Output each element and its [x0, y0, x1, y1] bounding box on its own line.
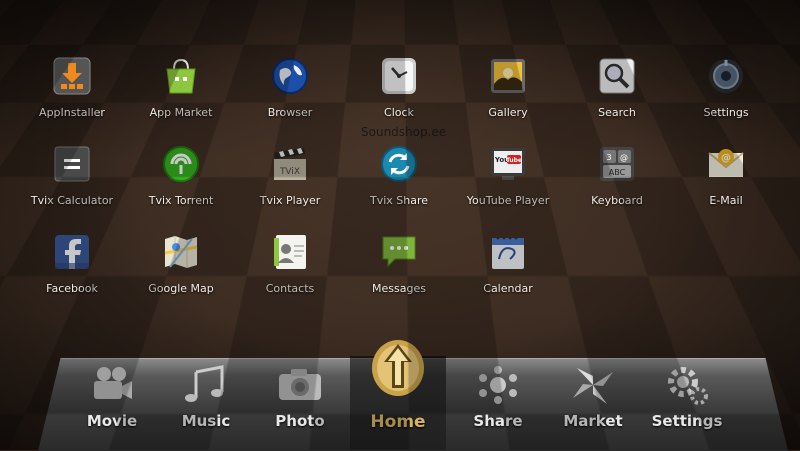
app-keyboard[interactable]: 3 @ ABC Keyboard [562, 145, 672, 217]
app-appinstaller[interactable]: AppInstaller [17, 57, 127, 129]
calendar-icon [489, 233, 527, 271]
svg-text:@: @ [620, 153, 628, 162]
app-label: Tvix Calculator [30, 194, 114, 207]
app-label: Facebook [46, 282, 98, 295]
app-label: Gallery [488, 106, 528, 119]
app-gallery[interactable]: Gallery [453, 57, 563, 129]
dock-label: Movie [86, 412, 138, 430]
app-calendar[interactable]: Calendar [453, 233, 563, 305]
app-label: App Market [149, 106, 213, 119]
speech-bubble-icon [380, 233, 418, 271]
svg-text:Tube: Tube [506, 157, 522, 164]
download-box-icon [53, 57, 91, 95]
svg-text:@: @ [721, 153, 731, 164]
app-label: AppInstaller [39, 106, 105, 119]
app-label: Clock [384, 106, 414, 119]
app-tvix-torrent[interactable]: Tvix Torrent [126, 145, 236, 217]
clapperboard-icon: TViX [271, 145, 309, 183]
keyboard-keys-icon: 3 @ ABC [598, 145, 636, 183]
svg-text:TViX: TViX [279, 167, 300, 177]
envelope-icon: @ [707, 145, 745, 183]
youtube-tv-icon: You Tube [489, 145, 527, 183]
app-label: Search [598, 106, 636, 119]
app-youtube-player[interactable]: You Tube YouTube Player [453, 145, 563, 217]
svg-text:3: 3 [606, 153, 611, 162]
app-email[interactable]: @ E-Mail [671, 145, 781, 217]
dock-movie[interactable]: Movie [66, 358, 158, 450]
camera-reel-icon [88, 364, 136, 406]
torrent-icon [162, 145, 200, 183]
app-label: Messages [372, 282, 426, 295]
share-dots-icon [474, 364, 522, 406]
watermark-text: Soundshop.ee [361, 125, 447, 139]
dock-label: Settings [651, 412, 723, 430]
map-icon [162, 233, 200, 271]
svg-text:ABC: ABC [609, 168, 626, 177]
app-clock[interactable]: Clock [344, 57, 454, 129]
app-label: Tvix Torrent [148, 194, 214, 207]
app-browser[interactable]: Browser [235, 57, 345, 129]
dock-label: Photo [275, 412, 325, 430]
app-search[interactable]: Search [562, 57, 672, 129]
dock-label: Home [370, 412, 426, 432]
app-facebook[interactable]: Facebook [17, 233, 127, 305]
dock-share[interactable]: Share [452, 358, 544, 450]
dock-home[interactable]: Home [352, 340, 444, 450]
bottom-dock: Movie Music Photo Home Share Market Sett… [38, 340, 788, 451]
app-label: Settings [703, 106, 749, 119]
app-label: Keyboard [591, 194, 643, 207]
home-arrow-icon [368, 336, 428, 398]
clock-icon [380, 57, 418, 95]
app-label: Tvix Player [259, 194, 321, 207]
app-label: Contacts [265, 282, 315, 295]
app-label: Calendar [483, 282, 533, 295]
dock-label: Music [181, 412, 231, 430]
dock-label: Market [563, 412, 623, 430]
calculator-icon [53, 145, 91, 183]
app-label: Google Map [148, 282, 214, 295]
dock-music[interactable]: Music [160, 358, 252, 450]
app-label: Tvix Share [369, 194, 429, 207]
globe-icon [271, 57, 309, 95]
gears-icon [663, 364, 711, 406]
photo-camera-icon [276, 364, 324, 406]
app-settings[interactable]: Settings [671, 57, 781, 129]
app-label: E-Mail [709, 194, 743, 207]
shopping-bag-icon [162, 57, 200, 95]
dock-label: Share [473, 412, 523, 430]
sync-arrows-icon [380, 145, 418, 183]
app-tvix-share[interactable]: Tvix Share [344, 145, 454, 217]
app-contacts[interactable]: Contacts [235, 233, 345, 305]
app-label: YouTube Player [466, 194, 550, 207]
app-label: Browser [267, 106, 313, 119]
app-google-map[interactable]: Google Map [126, 233, 236, 305]
app-market[interactable]: App Market [126, 57, 236, 129]
dock-settings[interactable]: Settings [641, 358, 733, 450]
settings-knob-icon [707, 57, 745, 95]
app-tvix-calculator[interactable]: Tvix Calculator [17, 145, 127, 217]
app-messages[interactable]: Messages [344, 233, 454, 305]
pinwheel-icon [569, 364, 617, 406]
app-tvix-player[interactable]: TViX Tvix Player [235, 145, 345, 217]
magnifier-icon [598, 57, 636, 95]
facebook-icon [53, 233, 91, 271]
dock-photo[interactable]: Photo [254, 358, 346, 450]
contacts-book-icon [271, 233, 309, 271]
music-notes-icon [182, 364, 230, 406]
dock-market[interactable]: Market [547, 358, 639, 450]
picture-icon [489, 57, 527, 95]
